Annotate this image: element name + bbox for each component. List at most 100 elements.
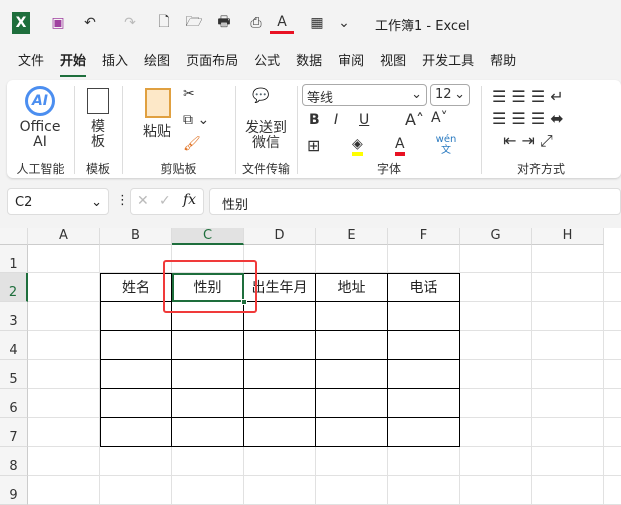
row-header-9[interactable]: 9 bbox=[0, 476, 28, 505]
header-cell[interactable]: 电话 bbox=[387, 273, 460, 302]
column-header-G[interactable]: G bbox=[460, 228, 532, 245]
group-label-template: 模板 bbox=[85, 162, 110, 176]
table-cell[interactable] bbox=[171, 359, 244, 389]
formula-input[interactable]: 性别 bbox=[209, 188, 621, 215]
redo-icon[interactable]: ↷ bbox=[118, 12, 142, 34]
column-header-F[interactable]: F bbox=[388, 228, 460, 245]
group-label-ai: 人工智能 bbox=[16, 162, 65, 176]
column-header-D[interactable]: D bbox=[244, 228, 316, 245]
shrink-font-button[interactable]: A˅ bbox=[431, 110, 448, 126]
header-cell[interactable]: 地址 bbox=[315, 273, 388, 302]
table-cell[interactable] bbox=[100, 417, 172, 447]
tab-1[interactable]: 开始 bbox=[52, 52, 94, 77]
table-cell[interactable] bbox=[387, 301, 460, 331]
freeze-panes-icon[interactable]: ▦ bbox=[305, 12, 329, 34]
group-label-alignment: 对齐方式 bbox=[516, 162, 565, 176]
column-header-H[interactable]: H bbox=[532, 228, 604, 245]
column-header-E[interactable]: E bbox=[316, 228, 388, 245]
tab-10[interactable]: 帮助 bbox=[482, 52, 524, 74]
tab-6[interactable]: 数据 bbox=[288, 52, 330, 74]
row-header-5[interactable]: 5 bbox=[0, 360, 28, 389]
table-cell[interactable] bbox=[387, 388, 460, 418]
open-folder-icon[interactable]: 🗁 bbox=[182, 12, 206, 34]
tab-4[interactable]: 页面布局 bbox=[178, 52, 246, 74]
send-wechat-button[interactable]: 发送到微信 bbox=[243, 121, 289, 151]
font-color-icon[interactable]: A bbox=[270, 12, 294, 34]
enter-icon[interactable]: ✓ bbox=[159, 193, 171, 209]
row-header-2[interactable]: 2 bbox=[0, 273, 28, 302]
tab-7[interactable]: 审阅 bbox=[330, 52, 372, 74]
group-label-font: 字体 bbox=[376, 162, 401, 176]
office-ai-button[interactable]: Office AI bbox=[17, 120, 63, 150]
paste-button[interactable]: 粘贴 bbox=[143, 121, 171, 141]
print-preview-icon[interactable]: 🖶 bbox=[212, 12, 236, 34]
new-file-icon[interactable]: 🗋 bbox=[152, 12, 176, 34]
print-check-icon[interactable]: ⎙ bbox=[244, 12, 268, 34]
table-cell[interactable] bbox=[315, 330, 388, 360]
table-cell[interactable] bbox=[171, 417, 244, 447]
tab-3[interactable]: 绘图 bbox=[136, 52, 178, 74]
row-header-3[interactable]: 3 bbox=[0, 302, 28, 331]
font-name-select[interactable]: 等线 ⌄ bbox=[302, 84, 427, 106]
template-button[interactable]: 模板 bbox=[89, 120, 107, 150]
ribbon-tabs: 文件 开始 插入 绘图 页面布局 公式 数据 审阅 视图 开发工具 帮助 bbox=[10, 52, 524, 77]
table-cell[interactable] bbox=[387, 359, 460, 389]
select-all-corner[interactable] bbox=[0, 228, 28, 245]
row-header-8[interactable]: 8 bbox=[0, 447, 28, 476]
copy-icon[interactable]: ⧉ ⌄ bbox=[183, 112, 209, 128]
italic-button[interactable]: I bbox=[334, 112, 338, 128]
table-cell[interactable] bbox=[171, 388, 244, 418]
table-cell[interactable] bbox=[315, 417, 388, 447]
table-cell[interactable] bbox=[100, 301, 172, 331]
table-cell[interactable] bbox=[243, 359, 316, 389]
spreadsheet-grid[interactable]: A B C D E F G H 1 2 3 4 5 6 7 8 9 姓名 性别 出生年月 地址 电话 bbox=[0, 228, 621, 505]
column-header-C[interactable]: C bbox=[172, 228, 244, 245]
underline-button[interactable]: U bbox=[359, 112, 369, 128]
table-cell[interactable] bbox=[100, 388, 172, 418]
highlight-box bbox=[163, 260, 257, 313]
phonetic-icon[interactable]: wén文 bbox=[435, 134, 457, 156]
bold-button[interactable]: B bbox=[309, 112, 320, 128]
tab-0[interactable]: 文件 bbox=[10, 52, 52, 74]
table-cell[interactable] bbox=[315, 388, 388, 418]
grow-font-button[interactable]: A˄ bbox=[405, 110, 424, 129]
cut-icon[interactable]: ✂ bbox=[183, 86, 195, 102]
table-cell[interactable] bbox=[100, 330, 172, 360]
table-cell[interactable] bbox=[100, 359, 172, 389]
column-header-A[interactable]: A bbox=[28, 228, 100, 245]
tab-2[interactable]: 插入 bbox=[94, 52, 136, 74]
row-header-1[interactable]: 1 bbox=[0, 245, 28, 273]
font-size-select[interactable]: 12 ⌄ bbox=[430, 84, 470, 106]
gridline bbox=[603, 245, 604, 505]
row-header-6[interactable]: 6 bbox=[0, 389, 28, 418]
row-header-7[interactable]: 7 bbox=[0, 418, 28, 447]
undo-icon[interactable]: ↶ bbox=[78, 12, 102, 34]
insert-function-button[interactable]: fx bbox=[183, 192, 196, 208]
table-cell[interactable] bbox=[243, 417, 316, 447]
group-label-file-transfer: 文件传输 bbox=[241, 162, 290, 176]
table-cell[interactable] bbox=[243, 388, 316, 418]
header-cell[interactable]: 姓名 bbox=[100, 273, 172, 302]
table-cell[interactable] bbox=[315, 301, 388, 331]
customize-icon[interactable]: ⌄ bbox=[332, 12, 356, 34]
table-cell[interactable] bbox=[171, 330, 244, 360]
align-buttons[interactable]: ☰ ☰ ☰ ↵ ☰ ☰ ☰ ⬌ ⇤ ⇥ ⤢ bbox=[492, 86, 564, 152]
table-cell[interactable] bbox=[387, 417, 460, 447]
table-cell[interactable] bbox=[315, 359, 388, 389]
tab-9[interactable]: 开发工具 bbox=[414, 52, 482, 74]
borders-icon[interactable]: ⊞ bbox=[307, 136, 320, 155]
name-box[interactable]: C2 ⌄ bbox=[7, 188, 109, 215]
cancel-icon[interactable]: ✕ bbox=[137, 193, 149, 209]
tab-5[interactable]: 公式 bbox=[246, 52, 288, 74]
ribbon: AI Office AI 模板 粘贴 ✂ ⧉ ⌄ 🖌 💬 发送到微信 等线 ⌄ 1… bbox=[7, 80, 621, 178]
table-cell[interactable] bbox=[387, 330, 460, 360]
column-header-B[interactable]: B bbox=[100, 228, 172, 245]
tab-8[interactable]: 视图 bbox=[372, 52, 414, 74]
fill-color-icon[interactable]: ◈ bbox=[352, 136, 363, 156]
font-color-icon[interactable]: A bbox=[395, 136, 405, 156]
row-header-4[interactable]: 4 bbox=[0, 331, 28, 360]
save-icon[interactable]: ▣ bbox=[46, 12, 70, 34]
font-size-value: 12 bbox=[435, 87, 452, 102]
format-painter-icon[interactable]: 🖌 bbox=[183, 136, 201, 152]
table-cell[interactable] bbox=[243, 330, 316, 360]
